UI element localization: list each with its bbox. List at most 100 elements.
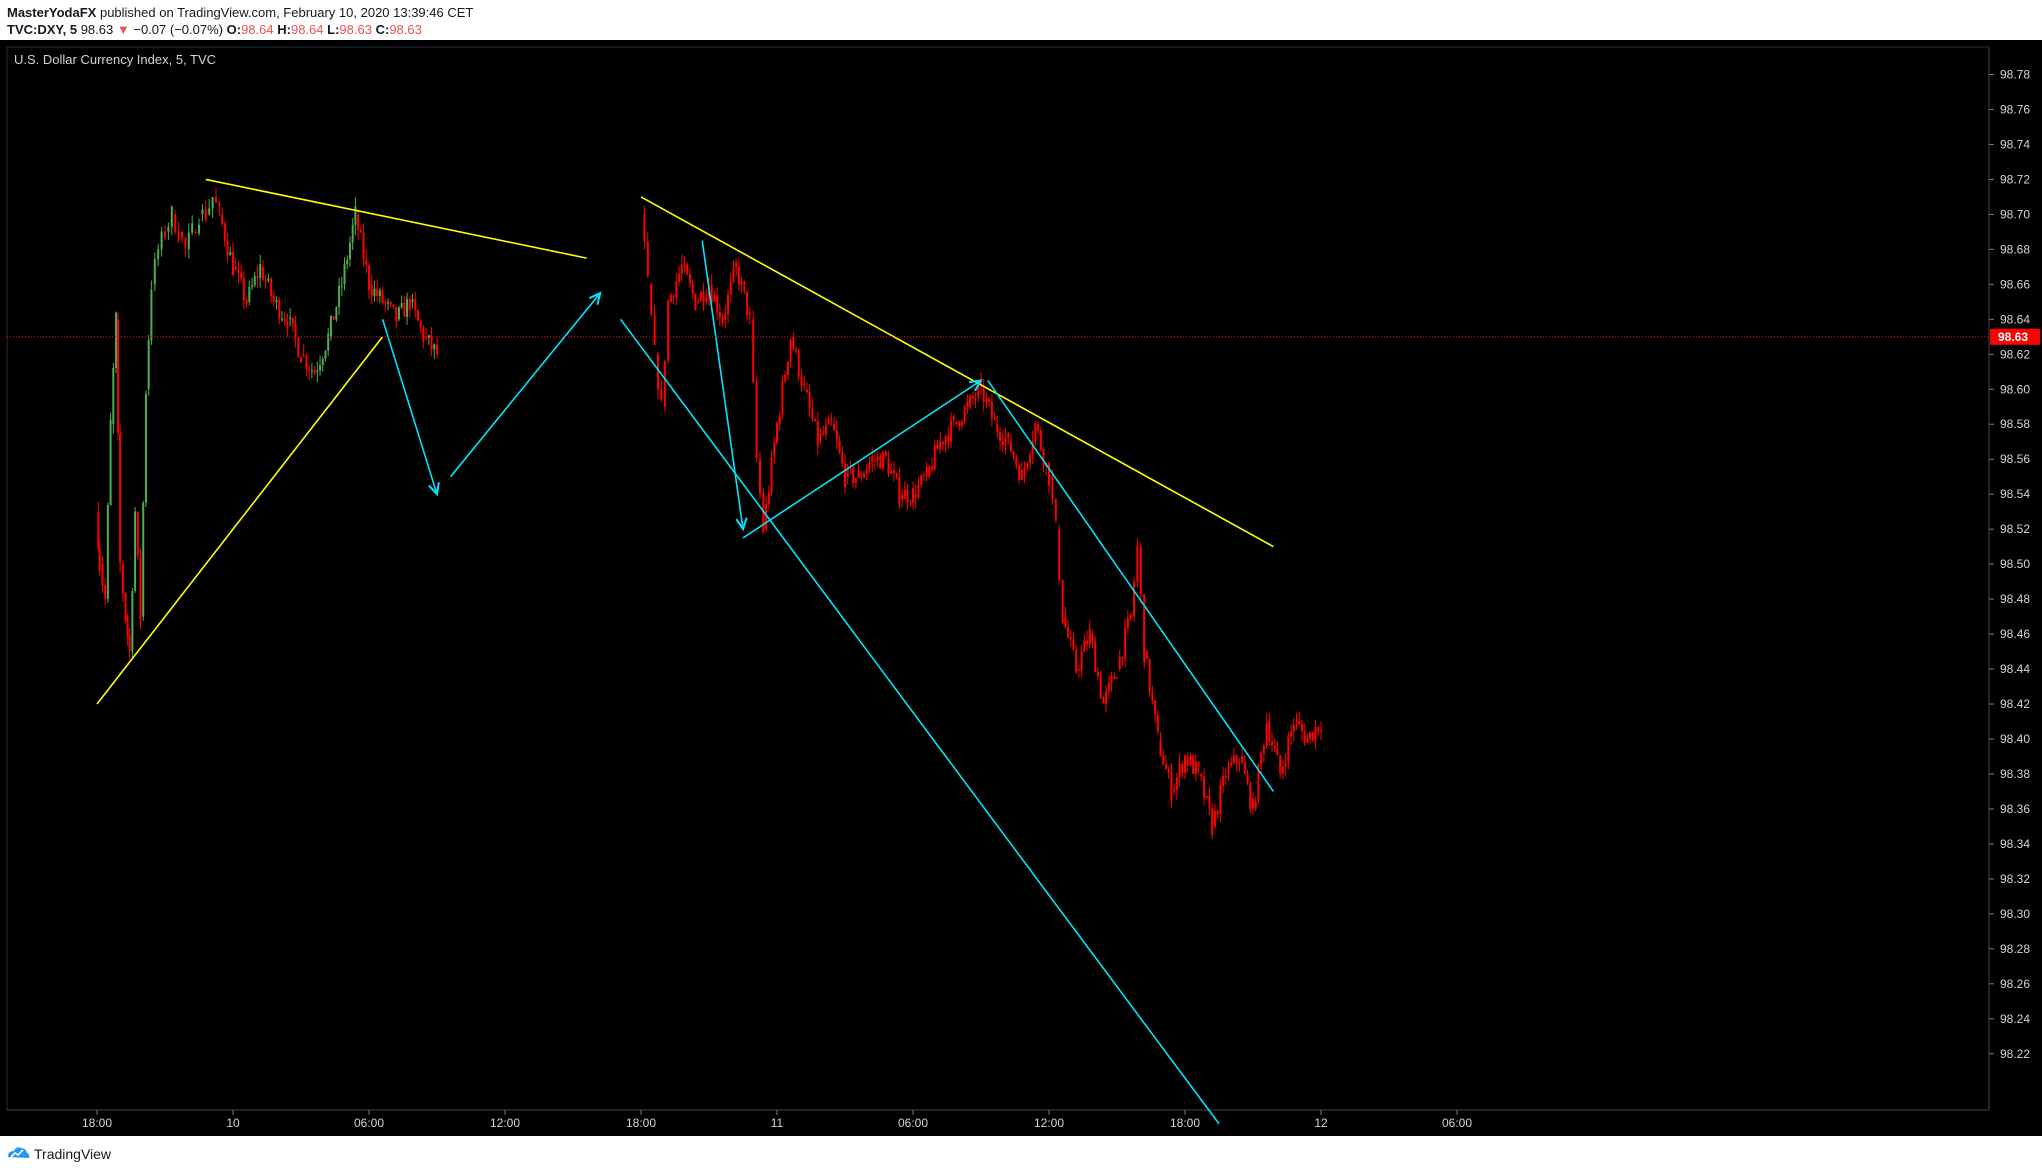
plot-area[interactable]	[6, 46, 1990, 1111]
candle-body	[1320, 730, 1322, 732]
candle-body	[184, 237, 187, 248]
candle-body	[784, 374, 787, 382]
tradingview-brand[interactable]: TradingView	[34, 1146, 111, 1162]
publish-info: MasterYodaFX published on TradingView.co…	[7, 5, 473, 20]
candle-body	[1203, 776, 1206, 798]
candle-body	[1184, 755, 1186, 773]
candle-body	[713, 295, 716, 302]
candle-body	[727, 294, 730, 314]
price-tick-label: 98.74	[2000, 137, 2030, 151]
price-tick-label: 98.32	[2000, 872, 2030, 886]
price-tick-label: 98.78	[2000, 67, 2030, 81]
candle-body	[1145, 651, 1148, 659]
candle-body	[803, 383, 806, 386]
candle-body	[1139, 546, 1142, 595]
candle-body	[275, 299, 278, 302]
candle-body	[1252, 798, 1254, 809]
candle-body	[98, 548, 101, 571]
price-tick-label: 98.66	[2000, 277, 2030, 291]
candle-body	[1026, 463, 1029, 468]
candle-body	[240, 272, 243, 279]
candle-body	[1173, 789, 1176, 792]
candle-body	[928, 466, 931, 477]
candle-body	[1194, 761, 1197, 774]
symbol-label[interactable]: TVC:DXY, 5	[7, 22, 77, 37]
candle-body	[955, 421, 958, 425]
candle-body	[1148, 658, 1151, 693]
candle-body	[1037, 424, 1040, 431]
candle-body	[139, 555, 142, 620]
price-tick-label: 98.76	[2000, 102, 2030, 116]
candle-body	[939, 440, 942, 450]
candle-body	[124, 593, 127, 621]
candle-body	[256, 276, 259, 278]
candle-body	[1151, 692, 1154, 701]
candle-body	[795, 349, 798, 351]
candle-body	[354, 206, 357, 225]
candle-body	[319, 365, 322, 371]
candle-body	[283, 318, 286, 322]
candle-body	[194, 231, 197, 234]
price-chart[interactable]: 98.78 98.76 98.74 98.72 98.70 98.68 98.66 98.64…	[0, 40, 2042, 1136]
candle-body	[716, 295, 719, 313]
candle-body	[950, 419, 953, 442]
candle-body	[411, 299, 414, 302]
candle-body	[270, 278, 273, 296]
candle-body	[999, 431, 1002, 442]
candle-body	[305, 355, 308, 369]
candle-body	[672, 295, 675, 298]
candle-body	[1164, 764, 1167, 770]
candle-body	[650, 284, 653, 315]
candle-body	[898, 477, 901, 504]
candle-body	[941, 441, 944, 445]
candle-body	[857, 470, 860, 479]
candle-body	[280, 318, 283, 320]
candle-body	[1088, 629, 1091, 645]
candle-body	[1314, 727, 1317, 741]
candle-body	[264, 280, 267, 282]
candle-body	[822, 433, 825, 435]
candle-body	[1124, 627, 1127, 659]
candle-body	[816, 420, 819, 446]
candle-body	[119, 432, 122, 563]
candle-body	[1167, 769, 1170, 773]
candle-body	[914, 494, 917, 498]
candle-body	[365, 259, 368, 266]
candle-body	[811, 407, 814, 420]
candle-body	[792, 336, 795, 350]
candle-body	[164, 231, 166, 238]
price-tick-label: 98.56	[2000, 452, 2030, 466]
candle-body	[234, 266, 237, 270]
candle-body	[191, 223, 194, 233]
price-tick-label: 98.64	[2000, 312, 2030, 326]
candle-body	[335, 307, 338, 320]
candle-body	[1007, 432, 1010, 438]
candle-body	[1162, 755, 1165, 765]
candle-body	[944, 436, 947, 445]
chart-footer: TradingView	[0, 1136, 2042, 1172]
candle-body	[267, 278, 270, 281]
candle-body	[686, 264, 689, 275]
candle-body	[259, 264, 262, 278]
candle-body	[732, 267, 735, 282]
candle-body	[1126, 617, 1129, 628]
candle-body	[1211, 808, 1214, 835]
candle-body	[1311, 732, 1314, 741]
candle-body	[844, 463, 846, 487]
candle-body	[1012, 451, 1015, 458]
price-tick-label: 98.40	[2000, 732, 2030, 746]
price-tick-label: 98.44	[2000, 662, 2030, 676]
time-tick-label: 18:00	[82, 1116, 112, 1130]
candle-body	[1034, 422, 1037, 442]
author-name[interactable]: MasterYodaFX	[7, 5, 96, 20]
candle-body	[1054, 499, 1057, 520]
tradingview-logo-icon[interactable]	[6, 1144, 30, 1162]
candle-body	[232, 251, 234, 276]
candle-body	[721, 317, 724, 324]
price-tick-label: 98.30	[2000, 907, 2030, 921]
price-tick-label: 98.60	[2000, 382, 2030, 396]
candle-body	[198, 224, 200, 234]
candle-body	[873, 459, 876, 461]
low-value: 98.63	[339, 22, 372, 37]
open-value: 98.64	[241, 22, 274, 37]
